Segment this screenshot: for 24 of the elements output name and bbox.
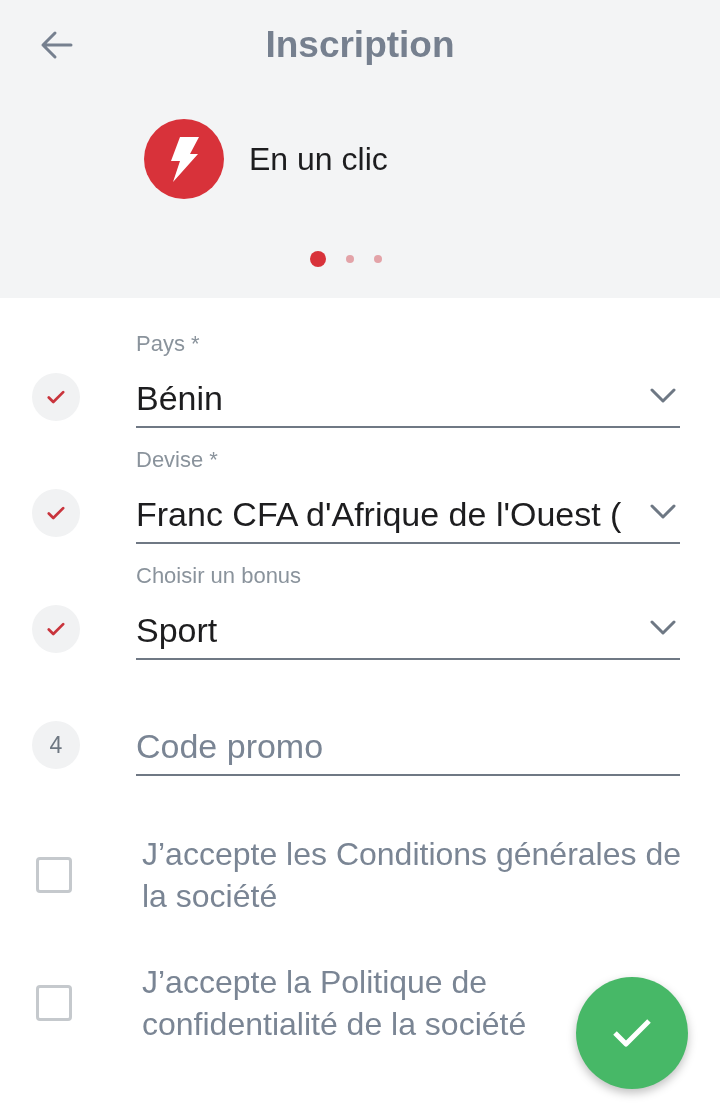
- page-dot[interactable]: [346, 255, 354, 263]
- page-dot[interactable]: [374, 255, 382, 263]
- lightning-icon: [144, 119, 224, 199]
- page-title: Inscription: [265, 23, 455, 67]
- back-arrow-icon: [39, 30, 73, 60]
- chevron-down-icon: [650, 619, 676, 635]
- checkbox-label: J’accepte la Politique de confidentialité de la société: [142, 963, 528, 1044]
- step-number: 4: [32, 721, 80, 769]
- field-label: Choisir un bonus: [136, 562, 303, 590]
- checkbox[interactable]: [36, 857, 72, 893]
- field-label: Devise *: [136, 446, 219, 474]
- checkbox[interactable]: [36, 985, 72, 1021]
- dropdown-field[interactable]: Sport: [136, 590, 680, 660]
- checkbox-label: J’accepte les Conditions générales de la société: [142, 835, 682, 916]
- check-icon: [612, 1018, 652, 1048]
- chevron-down-icon: [650, 503, 676, 519]
- page-dot[interactable]: [310, 251, 326, 267]
- chevron-down-icon: [650, 387, 676, 403]
- dropdown-field[interactable]: Franc CFA d'Afrique de l'Ouest (: [136, 474, 680, 544]
- submit-button[interactable]: [576, 977, 688, 1089]
- method-title: En un clic: [249, 140, 388, 179]
- dropdown-field[interactable]: Bénin: [136, 358, 680, 428]
- field-label: Pays *: [136, 330, 201, 358]
- input-field[interactable]: Code promo: [136, 706, 680, 776]
